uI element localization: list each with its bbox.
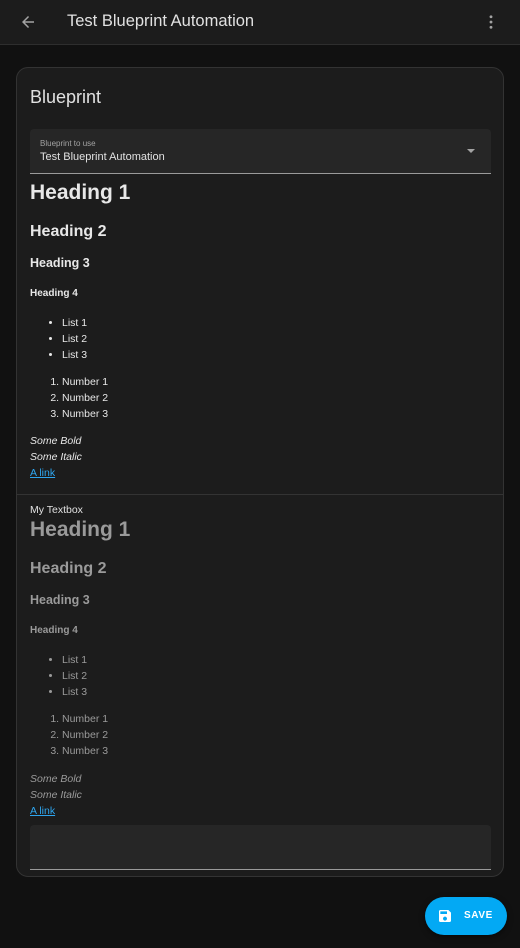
top-app-bar: Test Blueprint Automation (0, 0, 520, 45)
list-item: List 3 (62, 684, 87, 700)
blueprint-select-label: Blueprint to use (40, 139, 96, 148)
numbered-list: Number 1 Number 2 Number 3 (30, 374, 108, 422)
back-button[interactable] (14, 8, 42, 36)
dots-vertical-icon (489, 15, 493, 29)
save-button-label: SAVE (464, 910, 493, 921)
list-item: Number 1 (62, 374, 108, 390)
page-title: Test Blueprint Automation (67, 12, 255, 30)
list-item: List 3 (62, 347, 87, 363)
italic-text: Some Italic (30, 451, 82, 463)
description-link[interactable]: A link (30, 467, 55, 479)
italic-text: Some Italic (30, 789, 82, 801)
list-item: List 1 (62, 315, 87, 331)
overflow-menu-button[interactable] (478, 8, 504, 36)
list-item: List 1 (62, 652, 87, 668)
save-button[interactable]: SAVE (425, 897, 507, 935)
heading-4: Heading 4 (30, 625, 78, 636)
list-item: Number 3 (62, 406, 108, 422)
list-item: Number 2 (62, 727, 108, 743)
heading-1: Heading 1 (30, 518, 131, 541)
textbox-label: My Textbox (30, 504, 83, 516)
blueprint-select-value: Test Blueprint Automation (40, 151, 165, 163)
list-item: Number 2 (62, 390, 108, 406)
bullet-list: List 1 List 2 List 3 (30, 315, 87, 363)
card-title: Blueprint (30, 87, 102, 107)
list-item: List 2 (62, 668, 87, 684)
blueprint-select[interactable]: Blueprint to use Test Blueprint Automati… (30, 129, 491, 174)
list-item: Number 3 (62, 743, 108, 759)
list-item: Number 1 (62, 711, 108, 727)
heading-2: Heading 2 (30, 223, 107, 240)
bold-text: Some Bold (30, 435, 82, 447)
heading-1: Heading 1 (30, 181, 131, 204)
blueprint-card: Blueprint Blueprint to use Test Blueprin… (16, 67, 504, 877)
bold-text: Some Bold (30, 773, 82, 785)
dropdown-arrow-icon (467, 149, 475, 153)
description-link[interactable]: A link (30, 805, 55, 817)
content-save-icon (439, 910, 451, 922)
heading-3: Heading 3 (30, 256, 90, 270)
numbered-list: Number 1 Number 2 Number 3 (30, 711, 108, 759)
heading-3: Heading 3 (30, 593, 90, 607)
bullet-list: List 1 List 2 List 3 (30, 652, 87, 700)
my-textbox-input[interactable] (30, 825, 491, 870)
arrow-left-icon (22, 16, 34, 28)
divider (17, 494, 503, 495)
list-item: List 2 (62, 331, 87, 347)
heading-2: Heading 2 (30, 560, 107, 577)
heading-4: Heading 4 (30, 288, 78, 299)
